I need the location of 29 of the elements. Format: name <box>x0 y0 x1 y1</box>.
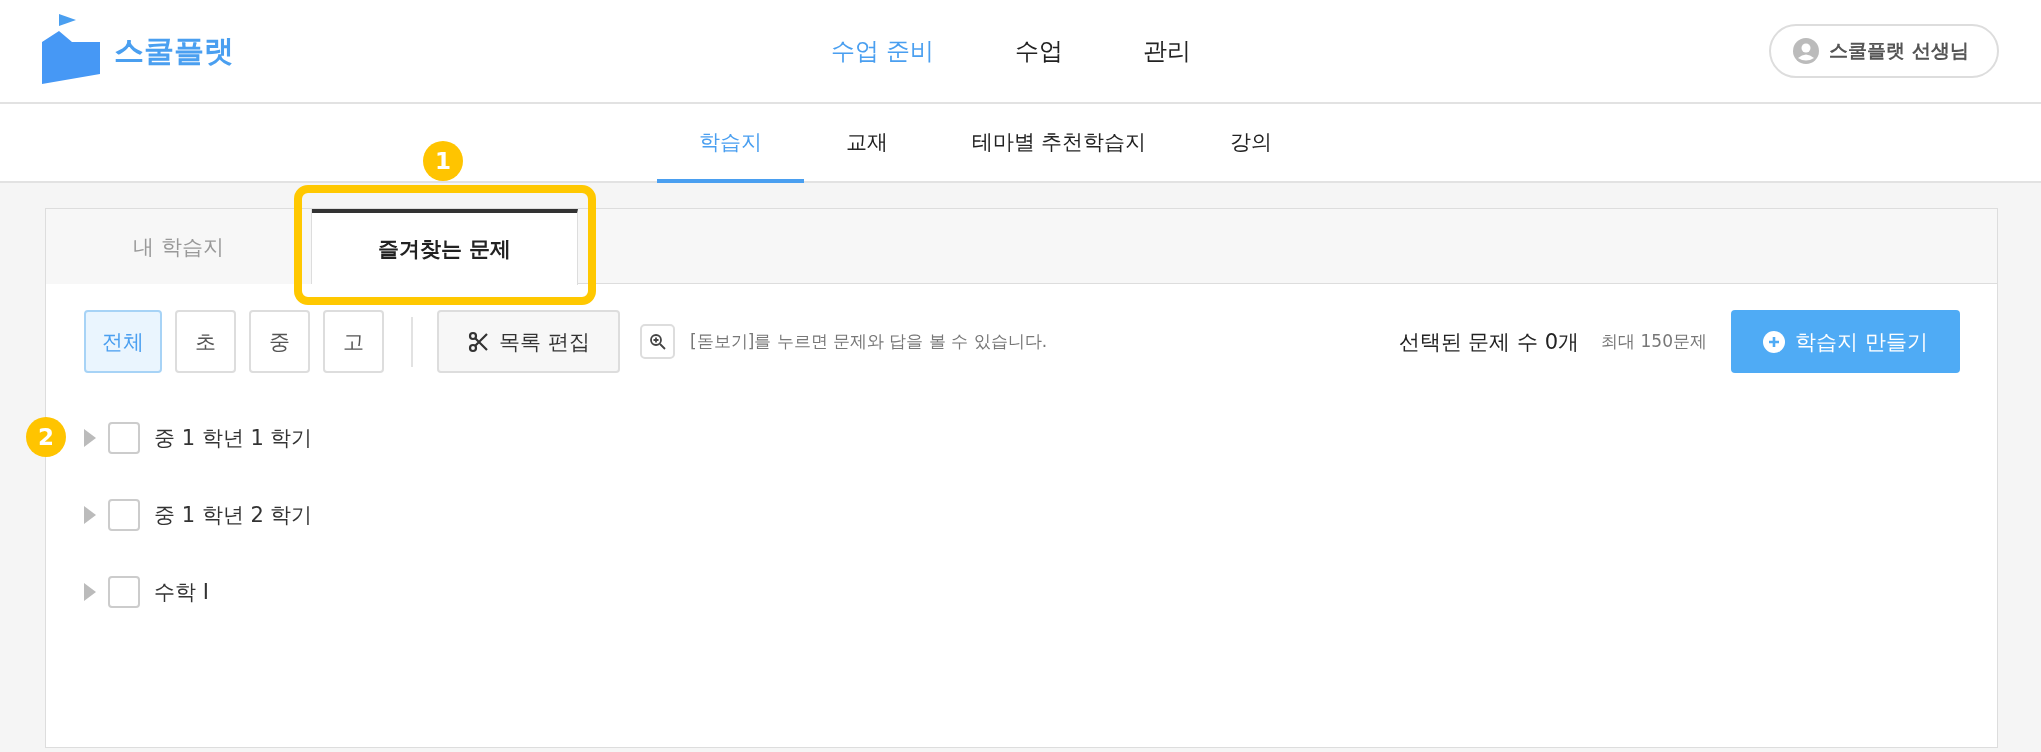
main-nav-item[interactable]: 수업 <box>1014 35 1063 67</box>
level-filter[interactable]: 고 <box>323 310 384 373</box>
panel-tab[interactable]: 즐겨찾는 문제 <box>312 209 578 285</box>
zoom-button[interactable] <box>640 324 675 359</box>
sub-nav-tab[interactable]: 테마별 추천학습지 <box>929 104 1189 183</box>
folder-label: 수학 I <box>154 578 209 606</box>
hint-text: [돋보기]를 누르면 문제와 답을 볼 수 있습니다. <box>690 330 1049 353</box>
sub-nav-tab[interactable]: 교재 <box>803 104 930 183</box>
checkbox[interactable] <box>108 421 140 454</box>
user-icon <box>1793 38 1820 64</box>
folder-label: 중 1 학년 1 학기 <box>154 424 313 452</box>
sub-nav-tab[interactable]: 강의 <box>1188 104 1315 183</box>
checkbox[interactable] <box>108 575 140 608</box>
expand-icon[interactable] <box>84 428 96 447</box>
checkbox[interactable] <box>108 498 140 531</box>
user-button[interactable]: 스쿨플랫 선생님 <box>1769 24 1999 78</box>
level-filter[interactable]: 초 <box>175 310 236 373</box>
max-count: 최대 150문제 <box>1601 330 1707 353</box>
expand-icon[interactable] <box>84 582 96 601</box>
main-nav-item[interactable]: 관리 <box>1142 35 1191 67</box>
brand-name: 스쿨플랫 <box>114 31 234 70</box>
expand-icon[interactable] <box>84 505 96 524</box>
selected-count: 선택된 문제 수 0개 <box>1398 328 1580 356</box>
plus-icon <box>1763 330 1786 353</box>
edit-list-button[interactable]: 목록 편집 <box>437 310 620 373</box>
step-badge: 2 <box>26 417 66 457</box>
search-icon <box>648 332 667 351</box>
folder-label: 중 1 학년 2 학기 <box>154 501 313 529</box>
level-filter[interactable]: 중 <box>249 310 310 373</box>
